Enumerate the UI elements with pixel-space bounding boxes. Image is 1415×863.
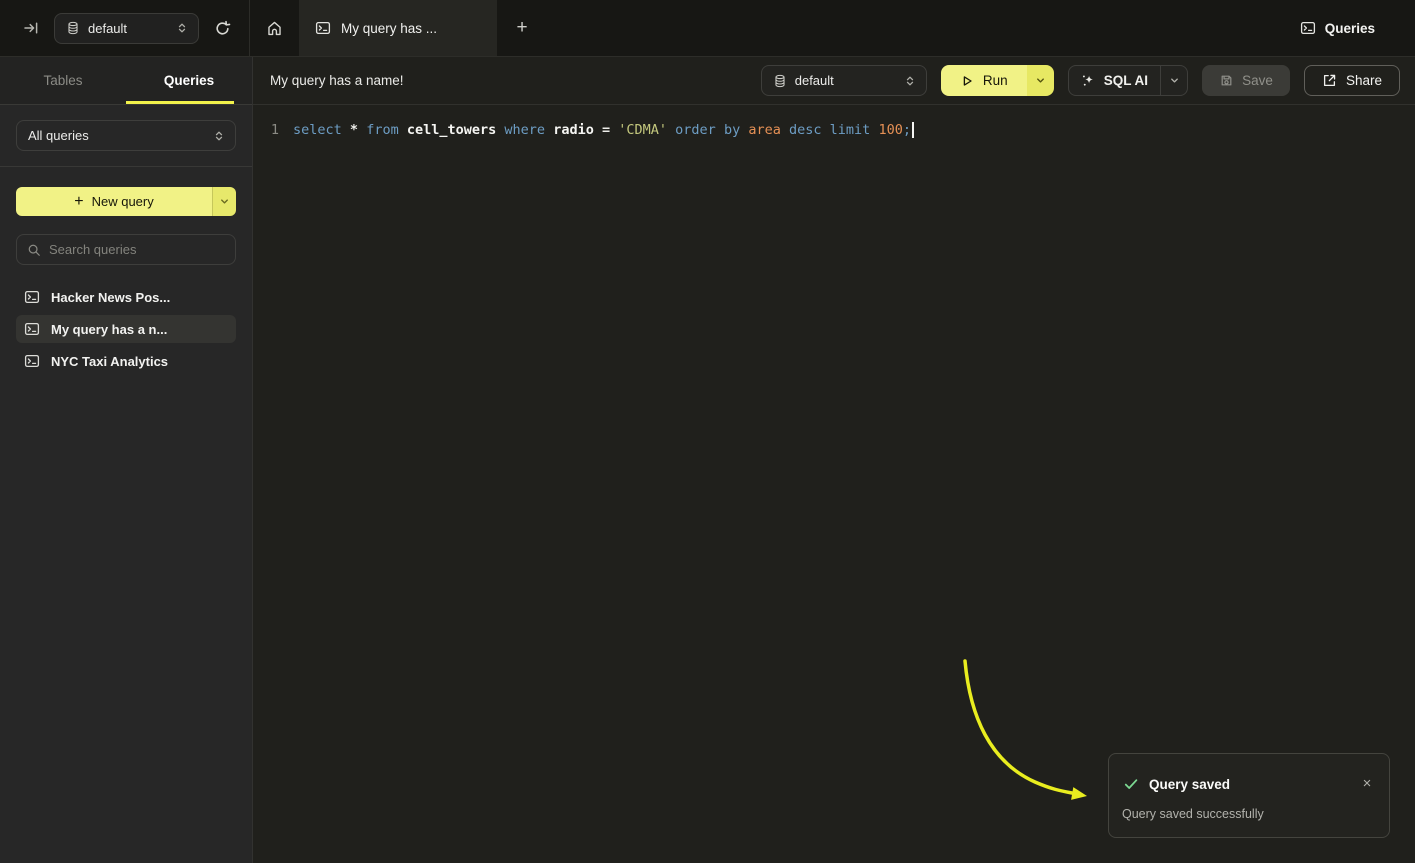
toast-message: Query saved successfully xyxy=(1109,794,1389,821)
chevron-updown-icon xyxy=(213,130,225,142)
chevron-down-icon xyxy=(1169,75,1180,86)
refresh-icon xyxy=(214,20,231,37)
main-panel: My query has a name! default xyxy=(253,57,1415,863)
chevron-down-icon xyxy=(1035,75,1046,86)
check-icon xyxy=(1123,776,1139,792)
toast-title: Query saved xyxy=(1149,777,1347,792)
sidebar-tab-tables[interactable]: Tables xyxy=(0,57,126,104)
query-item-label: My query has a n... xyxy=(51,322,167,337)
saved-query-list: Hacker News Pos... My query has a n... xyxy=(16,283,236,375)
query-terminal-icon xyxy=(24,289,40,305)
save-button[interactable]: Save xyxy=(1202,65,1290,96)
query-list-item[interactable]: Hacker News Pos... xyxy=(16,283,236,311)
toolbar-controls: default Run xyxy=(761,65,1400,96)
sidebar: Tables Queries All queries + New query xyxy=(0,57,253,863)
sql-ai-label: SQL AI xyxy=(1104,73,1148,88)
line-number: 1 xyxy=(270,122,279,138)
code-tokens: select * from cell_towers where radio = … xyxy=(293,122,911,138)
search-icon xyxy=(27,243,41,257)
code-line-1: 1 select * from cell_towers where radio … xyxy=(270,119,1415,140)
query-item-label: NYC Taxi Analytics xyxy=(51,354,168,369)
sidebar-content: All queries + New query xyxy=(0,105,252,375)
topbar-database-selector[interactable]: default xyxy=(54,13,199,44)
toast-close-button[interactable]: × xyxy=(1357,774,1377,794)
run-button[interactable]: Run xyxy=(941,65,1027,96)
refresh-button[interactable] xyxy=(209,15,235,41)
topbar: default xyxy=(0,0,1415,57)
new-query-button[interactable]: + New query xyxy=(16,187,212,216)
search-queries-input[interactable] xyxy=(49,242,225,257)
sparkle-icon xyxy=(1081,73,1096,88)
chevron-updown-icon xyxy=(176,22,188,34)
query-title: My query has a name! xyxy=(270,73,404,88)
sidebar-tab-queries[interactable]: Queries xyxy=(126,57,252,104)
query-filter-value: All queries xyxy=(28,128,205,143)
queries-link-label: Queries xyxy=(1325,21,1375,36)
run-button-label: Run xyxy=(983,73,1008,88)
query-terminal-icon xyxy=(24,353,40,369)
query-filter-select[interactable]: All queries xyxy=(16,120,236,151)
toast-query-saved: Query saved × Query saved successfully xyxy=(1108,753,1390,838)
share-button-label: Share xyxy=(1346,73,1382,88)
toast-header: Query saved × xyxy=(1109,754,1389,794)
run-split-button: Run xyxy=(941,65,1054,96)
query-toolbar: My query has a name! default xyxy=(253,57,1415,105)
add-tab-button[interactable]: + xyxy=(497,0,547,56)
new-query-dropdown-button[interactable] xyxy=(212,187,236,216)
tabstrip: My query has ... + xyxy=(250,0,547,56)
share-external-icon xyxy=(1322,73,1337,88)
run-options-button[interactable] xyxy=(1027,65,1054,96)
database-icon xyxy=(66,21,80,35)
sidebar-tabs: Tables Queries xyxy=(0,57,252,105)
share-button[interactable]: Share xyxy=(1304,65,1400,96)
toolbar-database-value: default xyxy=(795,73,896,88)
new-query-split-button: + New query xyxy=(16,187,236,216)
query-terminal-icon xyxy=(315,20,331,36)
sql-ai-dropdown-button[interactable] xyxy=(1160,66,1187,95)
sql-editor[interactable]: 1 select * from cell_towers where radio … xyxy=(253,105,1415,863)
home-icon xyxy=(266,20,283,37)
sql-ai-split-button: SQL AI xyxy=(1068,65,1188,96)
save-button-label: Save xyxy=(1242,73,1273,88)
query-list-item[interactable]: NYC Taxi Analytics xyxy=(16,347,236,375)
save-floppy-icon xyxy=(1219,73,1234,88)
plus-icon: + xyxy=(74,194,83,210)
collapse-sidebar-icon xyxy=(23,20,39,36)
database-icon xyxy=(773,74,787,88)
topbar-database-value: default xyxy=(88,21,168,36)
toolbar-database-selector[interactable]: default xyxy=(761,65,927,96)
topbar-queries-link[interactable]: Queries xyxy=(1300,0,1415,56)
search-queries-box xyxy=(16,234,236,265)
chevron-updown-icon xyxy=(904,75,916,87)
sql-ai-button[interactable]: SQL AI xyxy=(1069,66,1160,95)
query-list-item-selected[interactable]: My query has a n... xyxy=(16,315,236,343)
chevron-down-icon xyxy=(219,196,230,207)
home-button[interactable] xyxy=(250,0,299,56)
collapse-sidebar-button[interactable] xyxy=(18,15,44,41)
topbar-left-section: default xyxy=(0,0,250,56)
queries-terminal-icon xyxy=(1300,20,1316,36)
query-terminal-icon xyxy=(24,321,40,337)
tab-my-query[interactable]: My query has ... xyxy=(299,0,497,56)
new-query-label: New query xyxy=(92,194,154,209)
text-cursor xyxy=(912,122,914,138)
play-icon xyxy=(960,74,974,88)
query-item-label: Hacker News Pos... xyxy=(51,290,170,305)
tab-label: My query has ... xyxy=(341,21,437,36)
sidebar-divider xyxy=(0,166,252,167)
